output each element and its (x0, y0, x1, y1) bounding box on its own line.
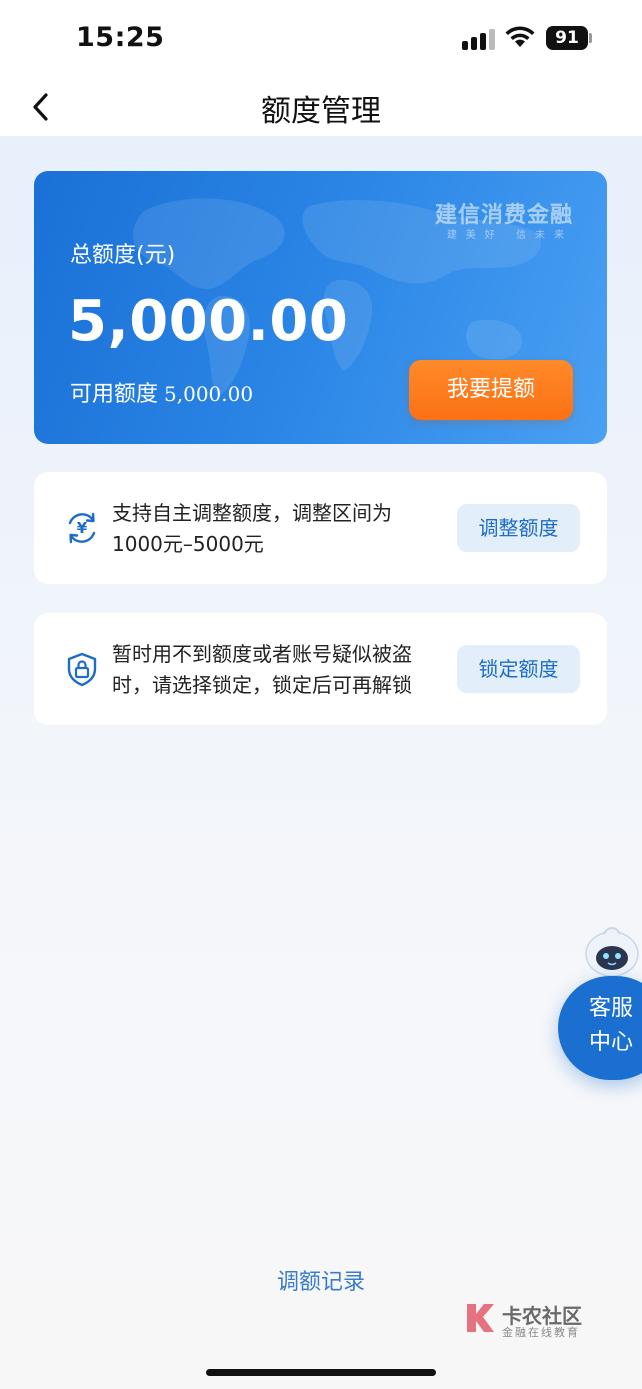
brand-slogan: 建美好 信未来 (446, 230, 573, 241)
watermark-subtitle: 金融在线教育 (502, 1326, 580, 1339)
lock-limit-panel: 暂时用不到额度或者账号疑似被盗时，请选择锁定，锁定后可再解锁 锁定额度 (34, 613, 607, 725)
lock-limit-button[interactable]: 锁定额度 (457, 645, 580, 693)
wifi-icon (505, 26, 535, 47)
limit-card: 建信消费金融 建美好 信未来 总额度(元) 5,000.00 可用额度 5,000… (34, 171, 607, 444)
status-time: 15:25 (76, 22, 165, 53)
watermark: 卡农社区 金融在线教育 (462, 1300, 592, 1340)
signal-icon (462, 28, 496, 50)
total-limit-label: 总额度(元) (70, 243, 176, 268)
limit-records-link[interactable]: 调额记录 (0, 1264, 642, 1296)
lock-limit-description: 暂时用不到额度或者账号疑似被盗时，请选择锁定，锁定后可再解锁 (112, 642, 412, 697)
svg-text:¥: ¥ (77, 519, 88, 537)
page-title: 额度管理 (261, 94, 381, 129)
available-limit-label: 可用额度 (70, 382, 159, 407)
brand-logo-text: 建信消费金融 (434, 203, 573, 228)
yuan-cycle-icon: ¥ (68, 512, 96, 544)
battery-tip (589, 33, 592, 43)
battery-indicator: 91 (546, 26, 588, 50)
home-indicator[interactable] (206, 1369, 436, 1376)
raise-limit-button[interactable]: 我要提额 (409, 360, 573, 420)
watermark-logo-icon (467, 1304, 494, 1332)
shield-lock-icon (67, 652, 97, 687)
adjust-limit-button[interactable]: 调整额度 (457, 504, 580, 552)
available-limit: 可用额度 5,000.00 (70, 376, 253, 408)
mascot-icon[interactable] (582, 922, 642, 978)
status-bar: 15:25 91 (0, 0, 642, 80)
total-limit-amount: 5,000.00 (68, 289, 349, 354)
adjust-limit-panel: ¥ 支持自主调整额度，调整区间为1000元–5000元 调整额度 (34, 472, 607, 584)
adjust-limit-description: 支持自主调整额度，调整区间为1000元–5000元 (112, 501, 392, 556)
available-limit-amount: 5,000.00 (164, 382, 254, 406)
nav-bar: 额度管理 (0, 80, 642, 136)
customer-service-label: 客服中心 (588, 996, 633, 1055)
customer-service-button[interactable]: 客服中心 (558, 976, 642, 1080)
